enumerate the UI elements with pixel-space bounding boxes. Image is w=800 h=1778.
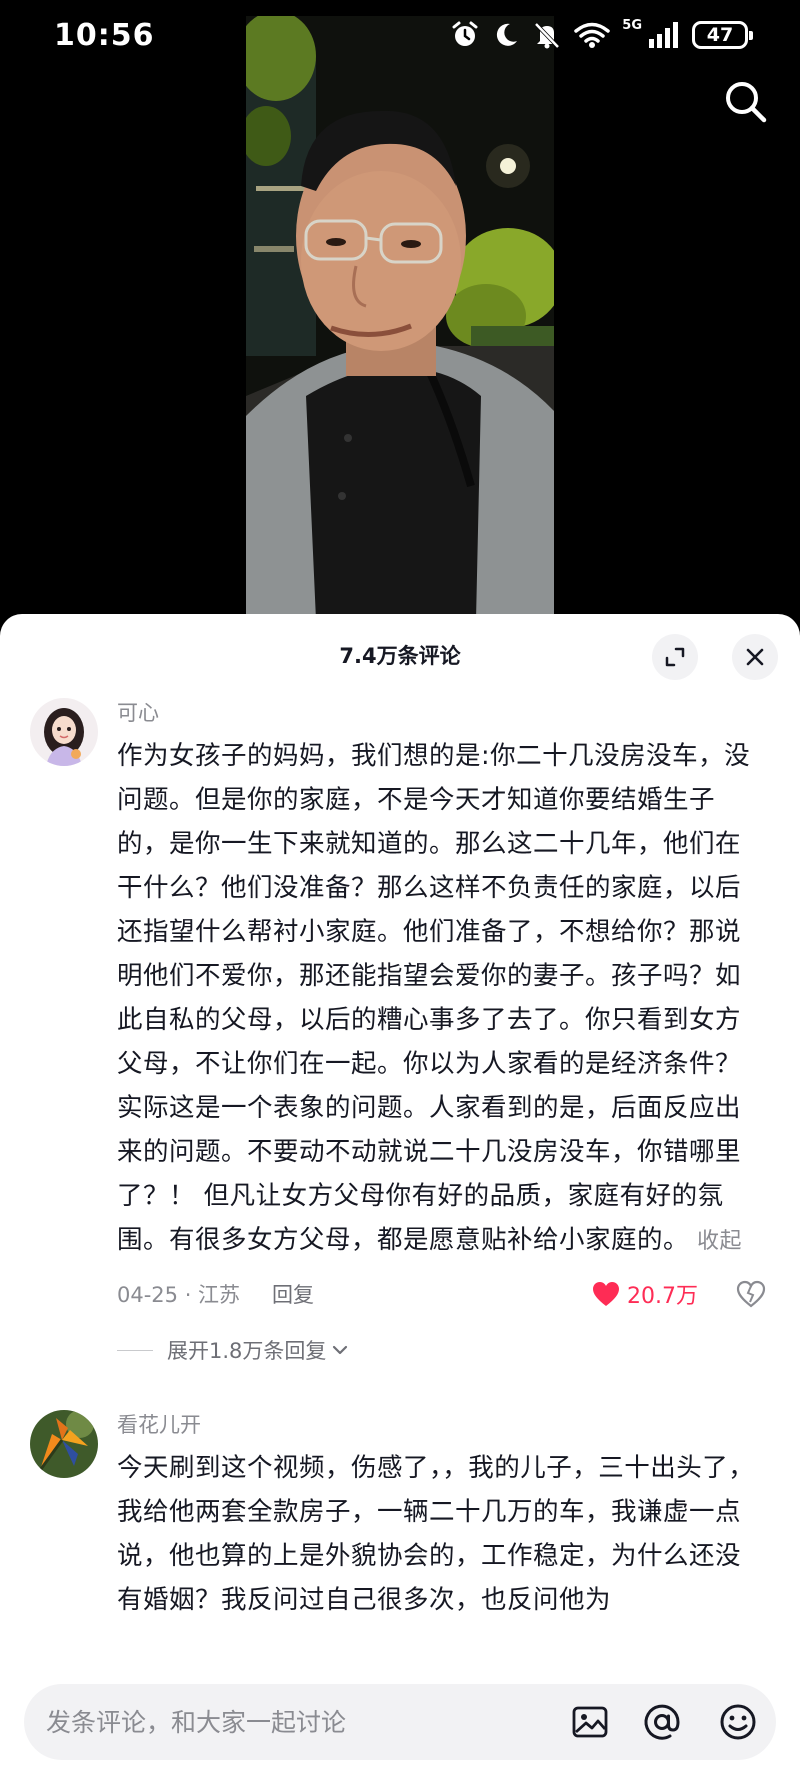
mute-bell-icon <box>534 22 560 49</box>
close-icon <box>746 648 764 666</box>
avatar[interactable] <box>30 698 98 766</box>
expand-replies-button[interactable]: 展开1.8万条回复 <box>117 1332 766 1368</box>
reply-button[interactable]: 回复 <box>272 1279 314 1309</box>
avatar[interactable] <box>30 1410 98 1478</box>
expand-replies-label: 展开1.8万条回复 <box>167 1339 327 1363</box>
sheet-header: 7.4万条评论 <box>0 614 800 696</box>
emoji-button[interactable] <box>718 1702 758 1742</box>
comment-username[interactable]: 可心 <box>117 698 766 728</box>
search-button[interactable] <box>722 78 770 126</box>
collapse-link[interactable]: 收起 <box>697 1229 742 1254</box>
video-thumbnail <box>246 16 554 620</box>
battery-indicator: 47 <box>692 21 753 49</box>
alarm-icon <box>452 21 478 46</box>
image-button[interactable] <box>570 1702 610 1742</box>
avatar-image <box>30 698 98 766</box>
status-bar: 10:56 5G 47 <box>0 0 800 78</box>
comment-meta: 04-25 · 江苏 回复 20.7万 <box>117 1276 766 1312</box>
signal-icon <box>649 22 678 48</box>
network-type: 5G <box>622 17 642 33</box>
like-count: 20.7万 <box>627 1284 698 1309</box>
chevron-down-icon <box>333 1345 348 1355</box>
mention-button[interactable] <box>642 1702 682 1742</box>
status-icons: 5G 47 <box>450 17 753 50</box>
avatar-image <box>30 1410 98 1478</box>
status-time: 10:56 <box>54 18 155 53</box>
video-player[interactable] <box>0 0 800 620</box>
like-button[interactable]: 20.7万 <box>591 1278 698 1310</box>
comment-sheet: 7.4万条评论 可心 作为女孩子的妈妈，我们想的是:你二十几没房没车，没问题。但… <box>0 614 800 1778</box>
close-sheet-button[interactable] <box>732 634 778 680</box>
comment-input[interactable] <box>46 1684 546 1760</box>
broken-heart-icon <box>736 1280 766 1308</box>
comment-item: 看花儿开 今天刷到这个视频，伤感了，，我的儿子，三十出头了，我给他两套全款房子，… <box>0 1410 800 1622</box>
expand-sheet-button[interactable] <box>652 634 698 680</box>
comment-body: 作为女孩子的妈妈，我们想的是:你二十几没房没车，没问题。但是你的家庭，不是今天才… <box>117 741 751 1255</box>
at-icon <box>644 1704 680 1740</box>
emoji-icon <box>720 1704 756 1740</box>
comment-date-location: 04-25 · 江苏 <box>117 1283 241 1307</box>
dislike-button[interactable] <box>736 1280 766 1308</box>
comment-item: 可心 作为女孩子的妈妈，我们想的是:你二十几没房没车，没问题。但是你的家庭，不是… <box>0 698 800 1368</box>
comment-body: 今天刷到这个视频，伤感了，，我的儿子，三十出头了，我给他两套全款房子，一辆二十几… <box>117 1453 755 1615</box>
do-not-disturb-icon <box>497 23 518 46</box>
comment-input-area <box>0 1666 800 1778</box>
battery-level: 47 <box>706 24 734 46</box>
comment-text: 作为女孩子的妈妈，我们想的是:你二十几没房没车，没问题。但是你的家庭，不是今天才… <box>117 734 766 1264</box>
wifi-icon <box>574 22 611 48</box>
expand-icon <box>665 647 685 667</box>
heart-icon <box>593 1282 619 1306</box>
comment-username[interactable]: 看花儿开 <box>117 1410 766 1440</box>
search-icon <box>726 82 767 123</box>
divider-line <box>117 1349 153 1351</box>
comment-input-bar <box>24 1684 776 1760</box>
video-frame[interactable] <box>246 16 554 620</box>
image-icon <box>572 1706 608 1738</box>
